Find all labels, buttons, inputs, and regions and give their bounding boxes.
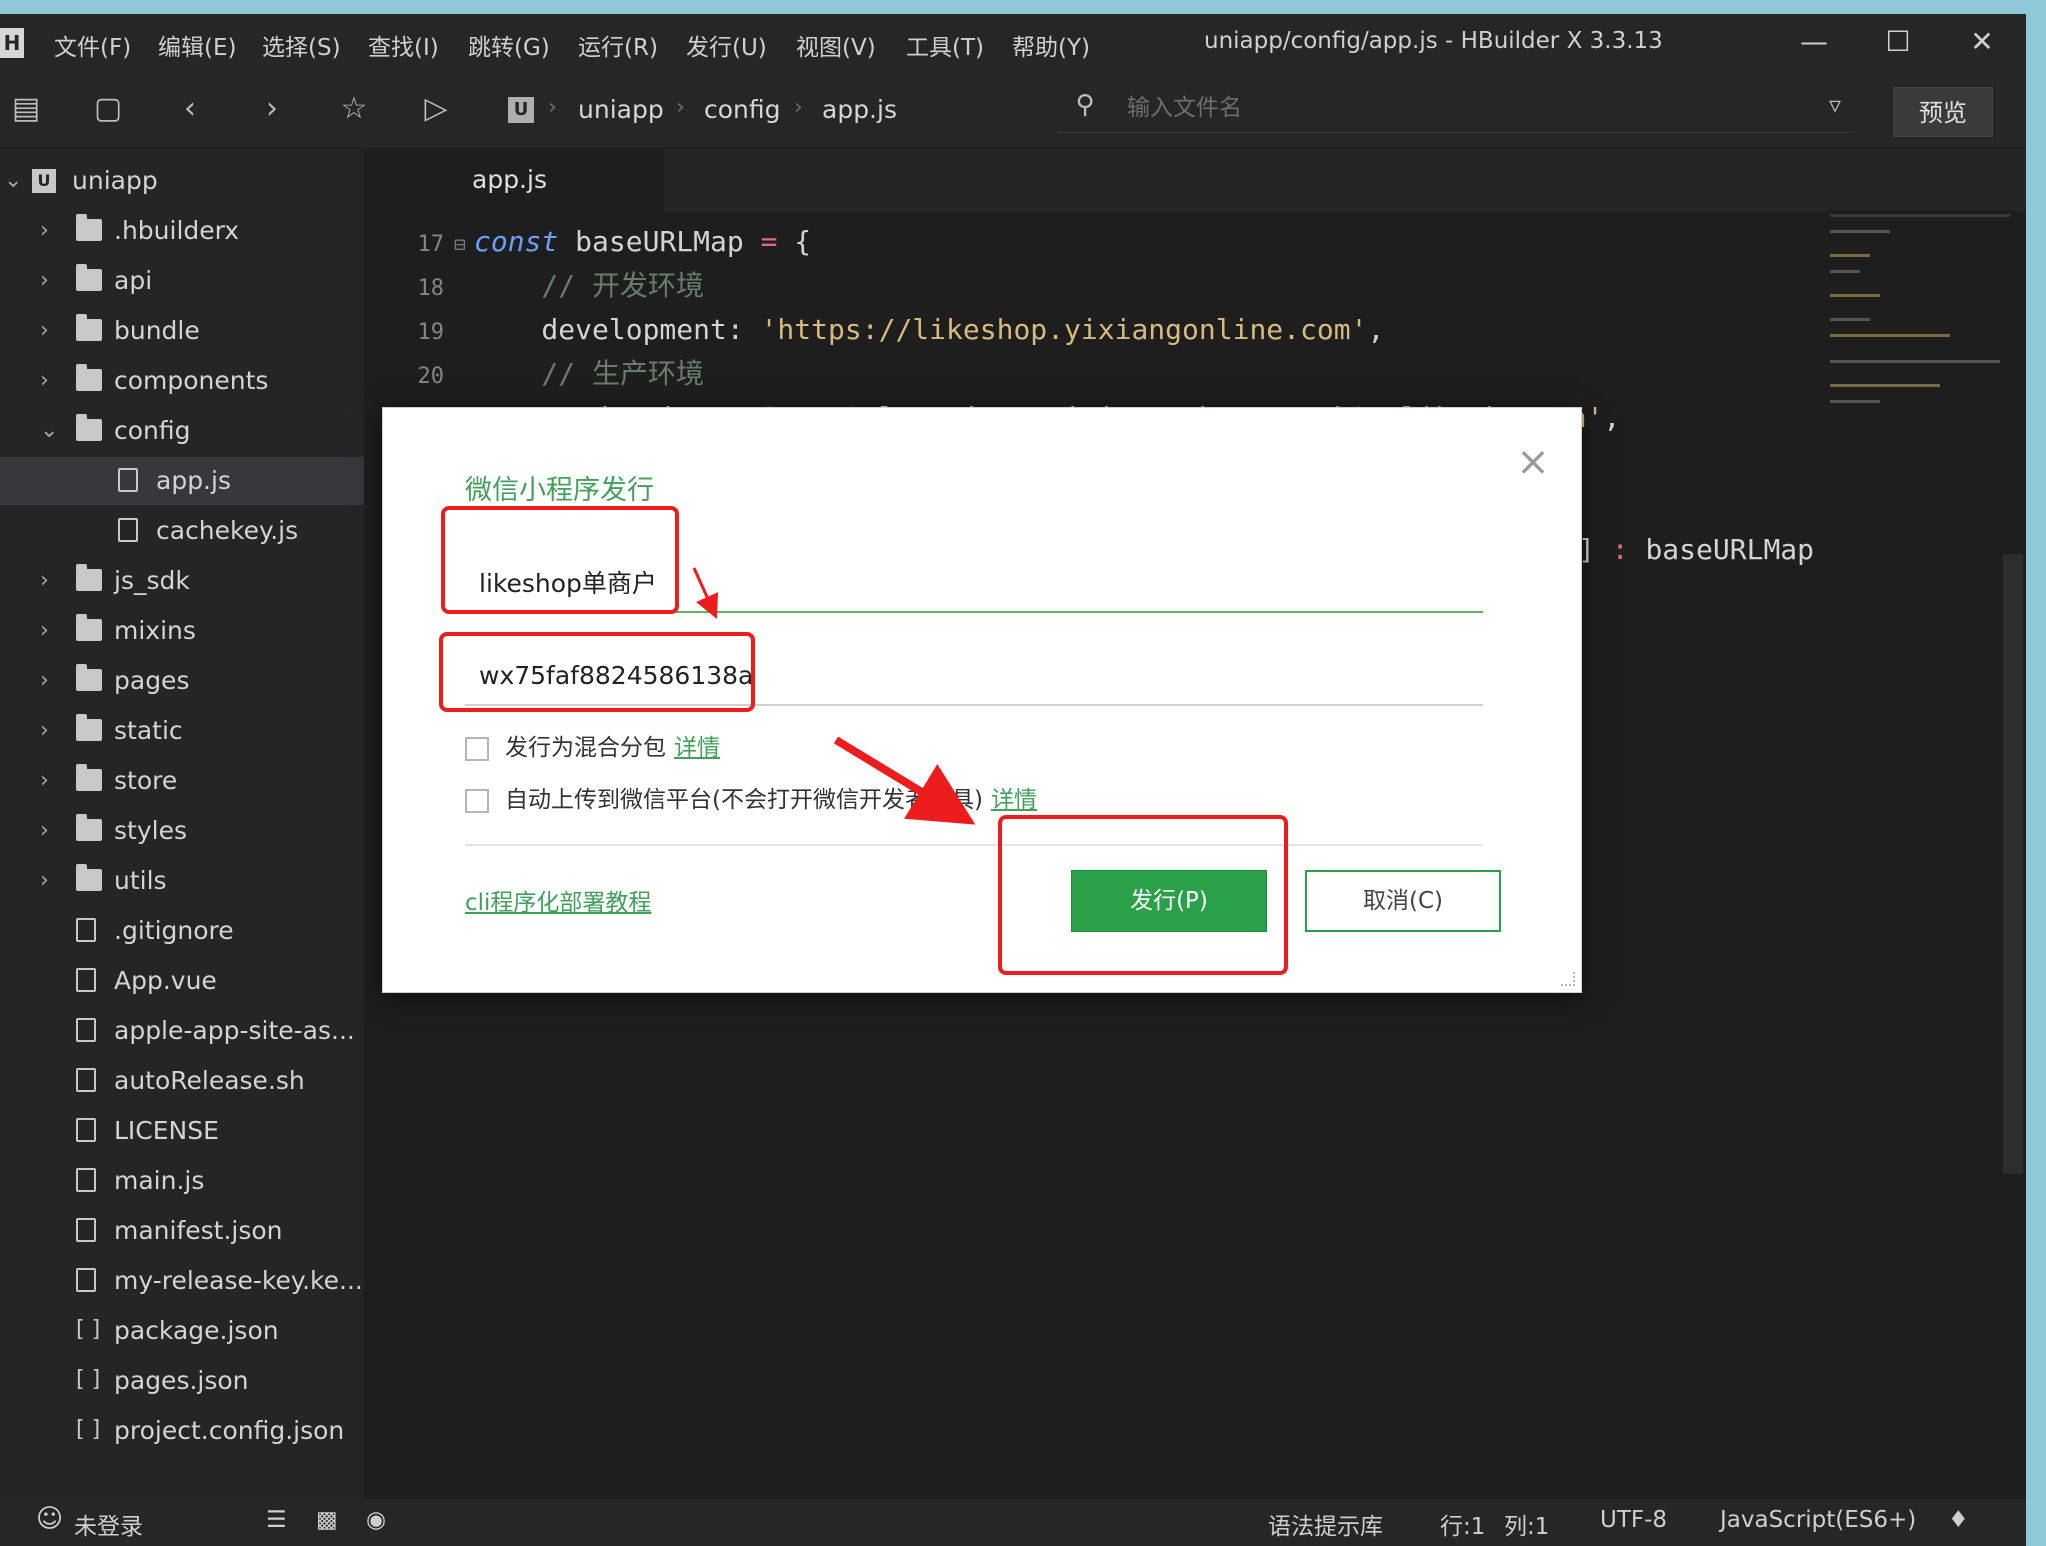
annotation-arrow-large	[833, 736, 976, 825]
annotation-arrow-small	[692, 567, 719, 619]
annotation-arrows	[692, 567, 976, 825]
